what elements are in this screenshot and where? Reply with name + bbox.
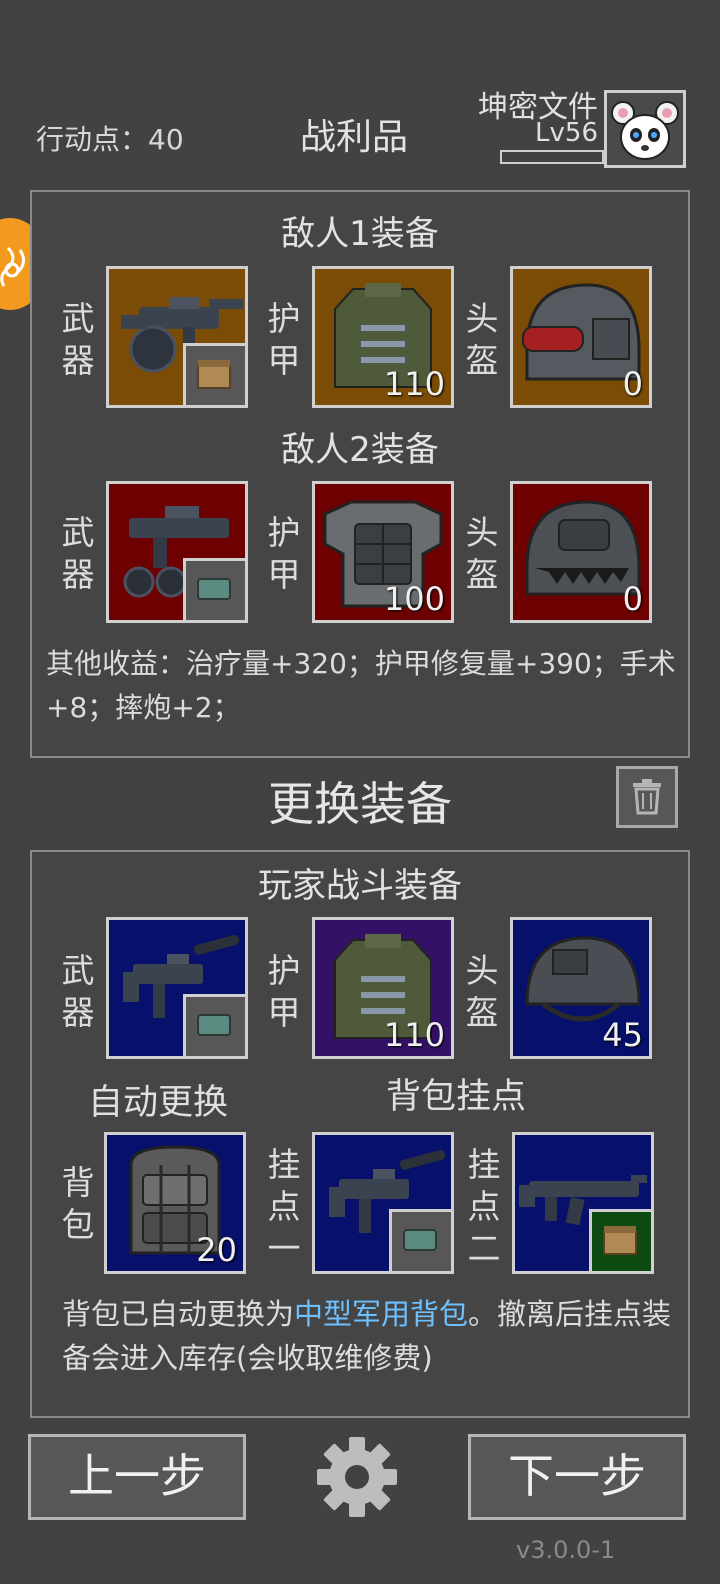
backpack-mount-label: 背包挂点: [386, 1077, 527, 1117]
armor-durability: 110: [383, 1016, 445, 1054]
auto-replace-label: 自动更换: [88, 1083, 229, 1123]
backpack-slot[interactable]: 20: [104, 1132, 246, 1274]
enemy2-armor-slot[interactable]: 100: [312, 481, 454, 623]
player-equipment-title: 玩家战斗装备: [258, 866, 462, 906]
ammo-crate-icon: [197, 360, 231, 389]
enemy1-helmet-slot[interactable]: 0: [510, 266, 652, 408]
action-points: 行动点：40: [36, 123, 184, 156]
profile-level: Lv56: [535, 118, 598, 148]
helmet-label: 头盔: [465, 299, 499, 380]
panda-avatar-icon: [611, 101, 679, 160]
armor-durability: 110: [383, 365, 445, 403]
mount2-label: 挂点二: [467, 1145, 501, 1268]
mount1-slot[interactable]: [312, 1132, 454, 1274]
level-progress-bar: [500, 150, 604, 164]
ammo-slot[interactable]: [183, 343, 245, 405]
notice-text: 背包已自动更换为: [62, 1297, 295, 1331]
player-helmet-slot[interactable]: 45: [510, 917, 652, 1059]
ammo-box-icon: [403, 1229, 437, 1251]
backpack-capacity: 20: [196, 1231, 237, 1269]
armor-label: 护甲: [267, 299, 301, 380]
settings-button[interactable]: [314, 1434, 400, 1520]
trash-button[interactable]: [616, 766, 678, 828]
enemy1-title: 敌人1装备: [281, 214, 439, 254]
ammo-slot[interactable]: [389, 1209, 451, 1271]
weapon-label: 武器: [61, 513, 95, 594]
armor-label: 护甲: [267, 513, 301, 594]
helmet-label: 头盔: [465, 951, 499, 1032]
ammo-slot[interactable]: [589, 1209, 651, 1271]
gear-icon: [317, 1437, 397, 1517]
mount1-label: 挂点一: [267, 1145, 301, 1268]
enemy1-armor-slot[interactable]: 110: [312, 266, 454, 408]
change-equipment-title: 更换装备: [268, 777, 452, 831]
next-button[interactable]: 下一步: [468, 1434, 686, 1520]
armor-durability: 100: [383, 580, 445, 618]
enemy2-title: 敌人2装备: [281, 430, 439, 470]
page-title: 战利品: [300, 117, 409, 158]
backpack-name-link[interactable]: 中型军用背包: [294, 1297, 468, 1331]
prev-button[interactable]: 上一步: [28, 1434, 246, 1520]
enemy1-weapon-slot[interactable]: [106, 266, 248, 408]
weapon-label: 武器: [61, 951, 95, 1032]
backpack-notice: 背包已自动更换为中型军用背包。撤离后挂点装备会进入库存(会收取维修费): [62, 1292, 682, 1380]
helmet-durability: 0: [622, 580, 643, 618]
backpack-label: 背包: [61, 1163, 95, 1244]
trash-icon: [633, 779, 661, 815]
helmet-label: 头盔: [465, 513, 499, 594]
other-income-text: 其他收益：治疗量+320；护甲修复量+390；手术+8；摔炮+2；: [46, 647, 676, 724]
ammo-box-icon: [197, 578, 231, 600]
ammo-box-icon: [197, 1014, 231, 1036]
player-armor-slot[interactable]: 110: [312, 917, 454, 1059]
enemy2-helmet-slot[interactable]: 0: [510, 481, 652, 623]
version-label: v3.0.0-1: [516, 1536, 616, 1564]
armor-label: 护甲: [267, 951, 301, 1032]
enemy2-weapon-slot[interactable]: [106, 481, 248, 623]
ammo-slot[interactable]: [183, 994, 245, 1056]
helmet-durability: 45: [602, 1016, 643, 1054]
player-weapon-slot[interactable]: [106, 917, 248, 1059]
ammo-crate-icon: [603, 1226, 637, 1255]
ammo-slot[interactable]: [183, 558, 245, 620]
mount2-slot[interactable]: [512, 1132, 654, 1274]
helmet-durability: 0: [622, 365, 643, 403]
player-avatar[interactable]: [604, 90, 686, 168]
weapon-label: 武器: [61, 299, 95, 380]
